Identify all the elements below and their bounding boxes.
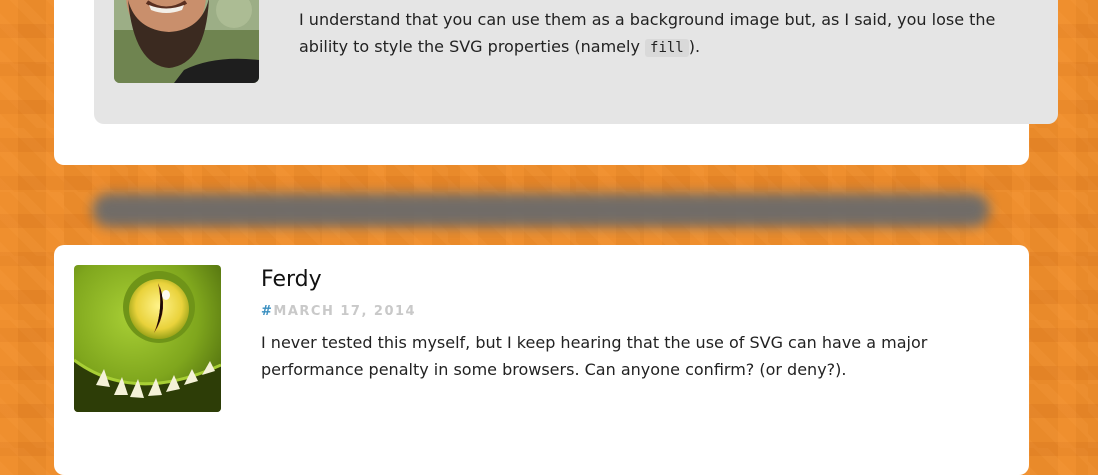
inline-code: fill [645,39,689,57]
comment-card: Ferdy #MARCH 17, 2014 I never tested thi… [54,245,1029,475]
dragon-avatar-icon [74,265,221,412]
comment-author[interactable]: Ferdy [261,267,322,292]
comment-date: MARCH 17, 2014 [273,304,417,319]
reply-comment-text: I understand that you can use them as a … [299,10,996,57]
user-avatar-photo-icon [114,0,259,83]
comment-avatar[interactable] [74,265,221,412]
reply-comment-box: I understand that you can use them as a … [94,0,1058,124]
permalink-hash: # [261,304,274,319]
comment-separator [92,193,990,227]
previous-comment-card: I understand that you can use them as a … [54,0,1058,165]
commenter-avatar[interactable] [114,0,259,83]
comment-body: I never tested this myself, but I keep h… [261,333,928,379]
comment-permalink[interactable]: #MARCH 17, 2014 [261,304,416,319]
